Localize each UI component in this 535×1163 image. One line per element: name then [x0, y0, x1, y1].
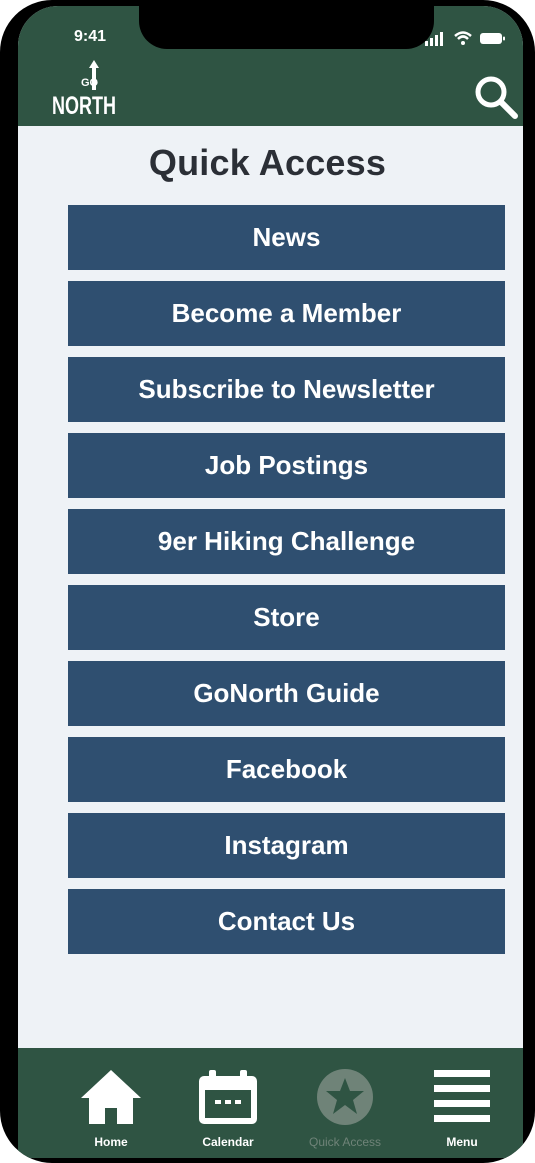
- facebook-button[interactable]: Facebook: [68, 737, 505, 802]
- signal-icon: [425, 31, 505, 46]
- status-time: 9:41: [74, 28, 107, 45]
- phone-frame: 9:41 GO NORTH Quick Access News Become a…: [0, 0, 535, 1163]
- tab-calendar[interactable]: Calendar: [186, 1048, 270, 1158]
- status-icons: [425, 30, 507, 46]
- page-title: Quick Access: [148, 142, 387, 183]
- contact-us-button[interactable]: Contact Us: [68, 889, 505, 954]
- hiking-challenge-button[interactable]: 9er Hiking Challenge: [68, 509, 505, 574]
- star-icon[interactable]: [316, 1068, 374, 1126]
- subscribe-newsletter-button[interactable]: Subscribe to Newsletter: [68, 357, 505, 422]
- menu-icon[interactable]: [432, 1068, 492, 1124]
- device-notch: [139, 6, 434, 49]
- tab-quick-access[interactable]: Quick Access: [290, 1048, 400, 1158]
- store-button[interactable]: Store: [68, 585, 505, 650]
- gonorth-guide-button[interactable]: GoNorth Guide: [68, 661, 505, 726]
- tab-menu[interactable]: Menu: [422, 1048, 502, 1158]
- become-member-button[interactable]: Become a Member: [68, 281, 505, 346]
- bottom-tab-bar: Home Calendar Quick Access Menu: [18, 1048, 523, 1158]
- job-postings-button[interactable]: Job Postings: [68, 433, 505, 498]
- tab-menu-label: Menu: [446, 1135, 478, 1149]
- tab-calendar-label: Calendar: [202, 1135, 254, 1149]
- search-icon[interactable]: [471, 72, 523, 124]
- news-button[interactable]: News: [68, 205, 505, 270]
- home-icon[interactable]: [79, 1068, 143, 1124]
- logo-north-text: NORTH: [52, 92, 116, 118]
- tab-home-label: Home: [94, 1135, 128, 1149]
- gonorth-logo[interactable]: GO NORTH: [52, 58, 120, 120]
- quick-links-list: News Become a Member Subscribe to Newsle…: [68, 205, 505, 965]
- tab-quick-access-label: Quick Access: [308, 1135, 382, 1149]
- search-button[interactable]: [471, 72, 523, 124]
- instagram-button[interactable]: Instagram: [68, 813, 505, 878]
- tab-home[interactable]: Home: [71, 1048, 151, 1158]
- app-header: 9:41 GO NORTH: [18, 6, 523, 126]
- calendar-icon[interactable]: [195, 1068, 261, 1126]
